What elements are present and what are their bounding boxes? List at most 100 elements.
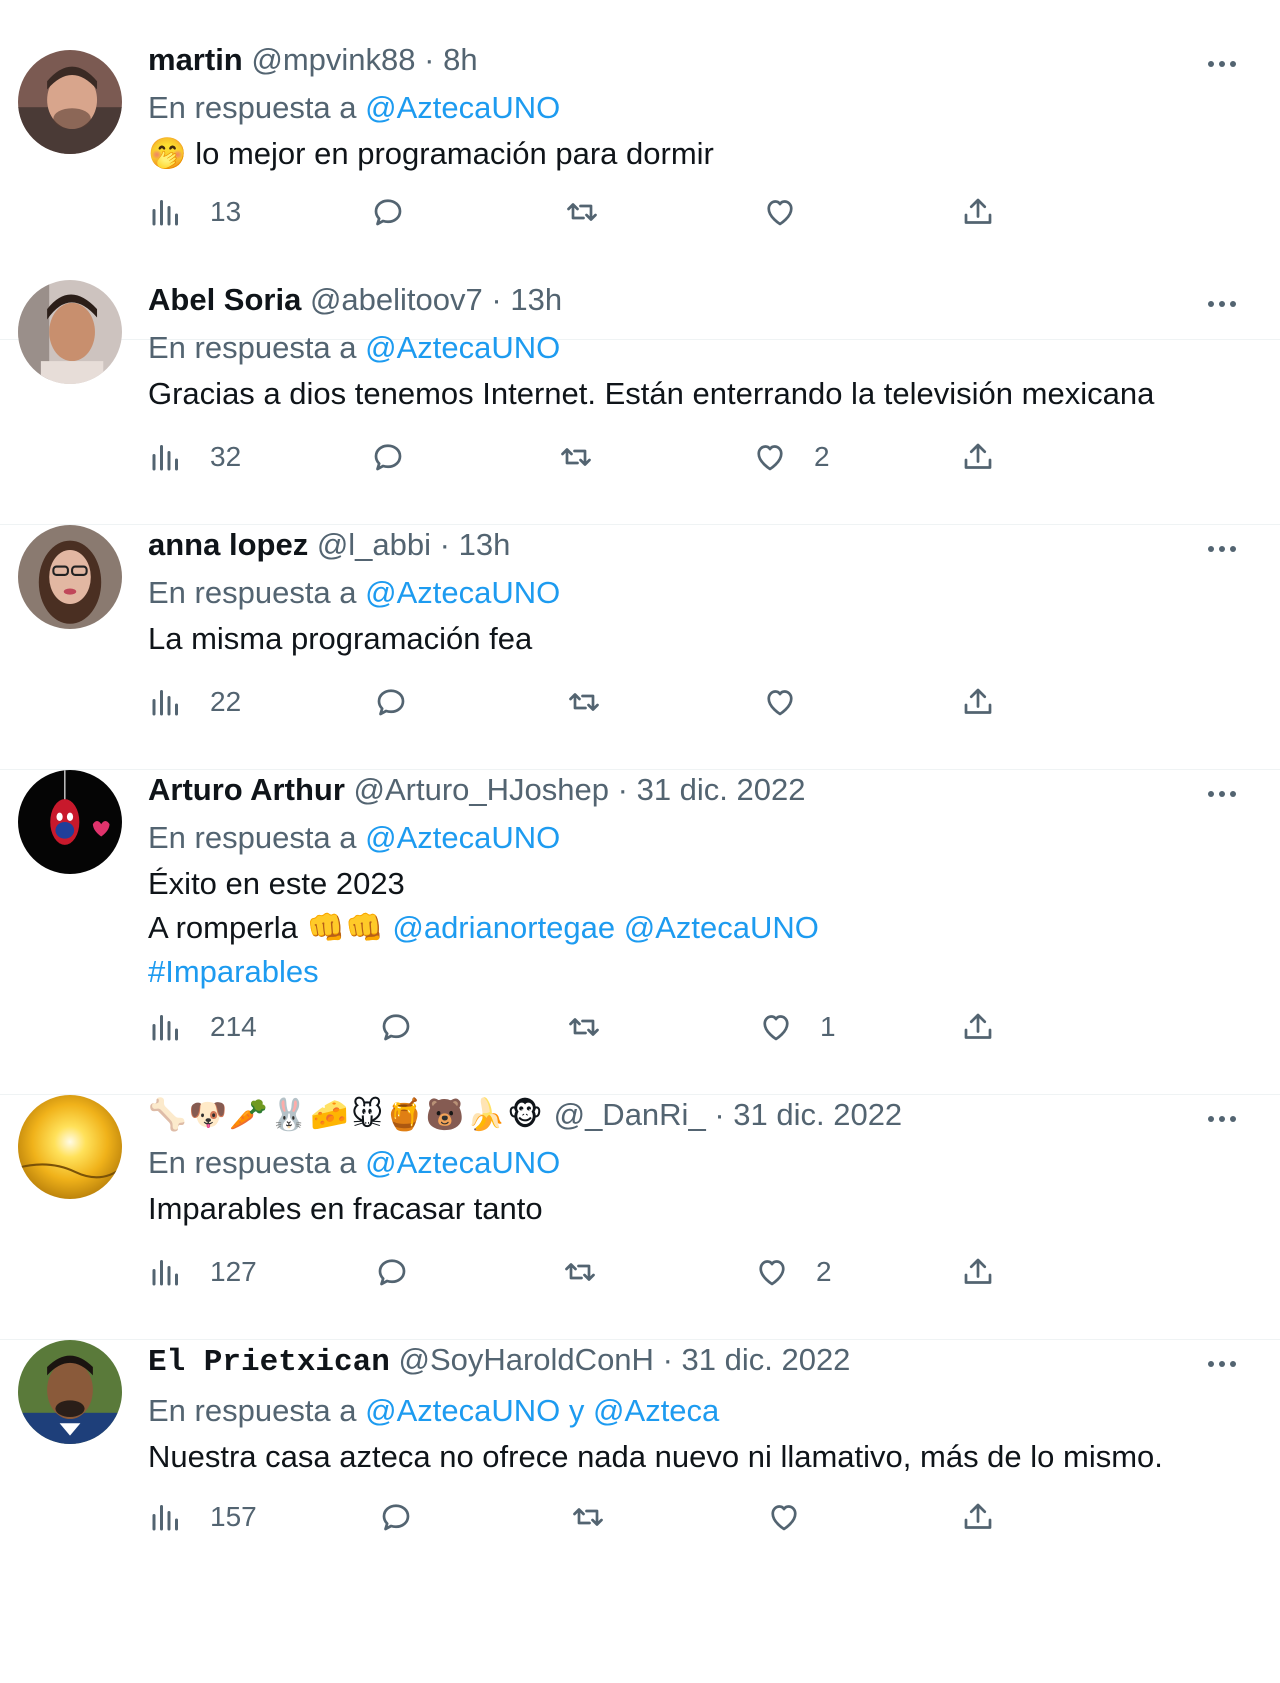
reply-button[interactable] [374, 1250, 410, 1294]
display-name-emojis[interactable]: 🦴🐶🥕🐰🧀🐭🍯🐻🍌🐵 [148, 1097, 545, 1132]
more-icon[interactable] [1200, 292, 1244, 316]
views-button[interactable]: 13 [148, 190, 241, 234]
views-button[interactable]: 214 [148, 1005, 257, 1049]
share-button[interactable] [960, 1250, 996, 1294]
handle[interactable]: @Arturo_HJoshep [354, 772, 609, 807]
reply-mention[interactable]: @AztecaUNO [365, 90, 560, 125]
views-button[interactable]: 157 [148, 1495, 257, 1539]
reply-button[interactable] [370, 190, 406, 234]
avatar[interactable] [18, 770, 122, 874]
tweet[interactable]: 🦴🐶🥕🐰🧀🐭🍯🐻🍌🐵 @_DanRi_ · 31 dic. 2022 En re… [0, 1095, 1280, 1340]
reply-button[interactable] [378, 1495, 414, 1539]
tweet-header: martin @mpvink88 · 8h [148, 40, 1220, 80]
handle[interactable]: @_DanRi_ [554, 1097, 706, 1132]
action-bar: 214 1 [148, 1005, 1220, 1049]
retweet-icon [565, 1263, 595, 1281]
action-bar: 157 [148, 1495, 1220, 1539]
handle[interactable]: @SoyHaroldConH [398, 1342, 653, 1377]
tweet[interactable]: El Prietxican @SoyHaroldConH · 31 dic. 2… [0, 1340, 1280, 1683]
avatar[interactable] [18, 50, 122, 154]
more-icon[interactable] [1200, 1107, 1244, 1131]
like-button[interactable]: 2 [752, 435, 830, 479]
reply-button[interactable] [378, 1005, 414, 1049]
hand-over-mouth-emoji: 🤭 [148, 136, 187, 171]
reply-icon [378, 1259, 406, 1286]
avatar[interactable] [18, 280, 122, 384]
reply-prefix: En respuesta a [148, 330, 357, 365]
tweet-body: La misma programación fea [148, 621, 533, 656]
like-button[interactable]: 2 [754, 1250, 832, 1294]
views-icon [152, 445, 178, 471]
timestamp[interactable]: 8h [443, 42, 477, 77]
retweet-icon [569, 1018, 599, 1036]
retweet-icon [573, 1508, 603, 1526]
timestamp[interactable]: 31 dic. 2022 [682, 1342, 851, 1377]
more-icon[interactable] [1200, 1352, 1244, 1376]
like-button[interactable] [766, 1495, 802, 1539]
reply-joiner: y [568, 1393, 585, 1428]
views-button[interactable]: 32 [148, 435, 241, 479]
reply-mention[interactable]: @AztecaUNO [365, 330, 560, 365]
like-icon [759, 1260, 785, 1286]
views-button[interactable]: 22 [148, 680, 241, 724]
share-button[interactable] [960, 190, 996, 234]
views-count: 157 [210, 1501, 257, 1532]
reply-button[interactable] [373, 680, 409, 724]
mention-link[interactable]: @AztecaUNO [624, 910, 819, 945]
mention-link[interactable]: @adrianortegae [392, 910, 615, 945]
display-name[interactable]: anna lopez [148, 527, 308, 562]
share-button[interactable] [960, 1495, 996, 1539]
more-icon[interactable] [1200, 537, 1244, 561]
separator-dot: · [439, 527, 450, 562]
more-icon[interactable] [1200, 782, 1244, 806]
retweet-button[interactable] [558, 435, 594, 479]
reply-icon [382, 1504, 410, 1531]
retweet-button[interactable] [566, 680, 602, 724]
display-name[interactable]: martin [148, 42, 243, 77]
reply-mention[interactable]: @AztecaUNO [365, 1145, 560, 1180]
avatar[interactable] [18, 525, 122, 629]
like-button[interactable] [762, 680, 798, 724]
tweet[interactable]: anna lopez @l_abbi · 13h En respuesta a … [0, 525, 1280, 770]
retweet-button[interactable] [564, 190, 600, 234]
views-button[interactable]: 127 [148, 1250, 257, 1294]
tweet-text: Imparables en fracasar tanto [148, 1187, 1220, 1231]
action-bar: 127 2 [148, 1250, 1220, 1294]
display-name[interactable]: El Prietxican [148, 1345, 390, 1380]
reply-context: En respuesta a @AztecaUNO [148, 328, 1220, 368]
handle[interactable]: @abelitoov7 [310, 282, 483, 317]
avatar[interactable] [18, 1095, 122, 1199]
like-icon [771, 1505, 797, 1531]
reply-mention[interactable]: @Azteca [593, 1393, 719, 1428]
retweet-button[interactable] [562, 1250, 598, 1294]
display-name[interactable]: Abel Soria [148, 282, 301, 317]
share-button[interactable] [960, 435, 996, 479]
retweet-button[interactable] [570, 1495, 606, 1539]
retweet-icon [561, 448, 591, 466]
fist-emoji: 👊👊 [306, 910, 384, 945]
handle[interactable]: @mpvink88 [251, 42, 415, 77]
likes-count: 1 [820, 1011, 836, 1042]
like-button[interactable]: 1 [758, 1005, 836, 1049]
reply-mention[interactable]: @AztecaUNO [365, 820, 560, 855]
timestamp[interactable]: 13h [459, 527, 511, 562]
share-button[interactable] [960, 1005, 996, 1049]
reply-button[interactable] [370, 435, 406, 479]
more-icon[interactable] [1200, 52, 1244, 76]
reply-mention[interactable]: @AztecaUNO [365, 575, 560, 610]
handle[interactable]: @l_abbi [317, 527, 431, 562]
tweet-header: Arturo Arthur @Arturo_HJoshep · 31 dic. … [148, 770, 1220, 810]
like-button[interactable] [762, 190, 798, 234]
views-icon [152, 690, 178, 716]
reply-mention[interactable]: @AztecaUNO [365, 1393, 560, 1428]
avatar[interactable] [18, 1340, 122, 1444]
display-name[interactable]: Arturo Arthur [148, 772, 345, 807]
timestamp[interactable]: 31 dic. 2022 [637, 772, 806, 807]
tweet[interactable]: Abel Soria @abelitoov7 · 13h En respuest… [0, 280, 1280, 525]
timestamp[interactable]: 13h [510, 282, 562, 317]
retweet-button[interactable] [566, 1005, 602, 1049]
hashtag-link[interactable]: #Imparables [148, 950, 1220, 994]
timestamp[interactable]: 31 dic. 2022 [733, 1097, 902, 1132]
tweet[interactable]: Arturo Arthur @Arturo_HJoshep · 31 dic. … [0, 770, 1280, 1095]
share-button[interactable] [960, 680, 996, 724]
